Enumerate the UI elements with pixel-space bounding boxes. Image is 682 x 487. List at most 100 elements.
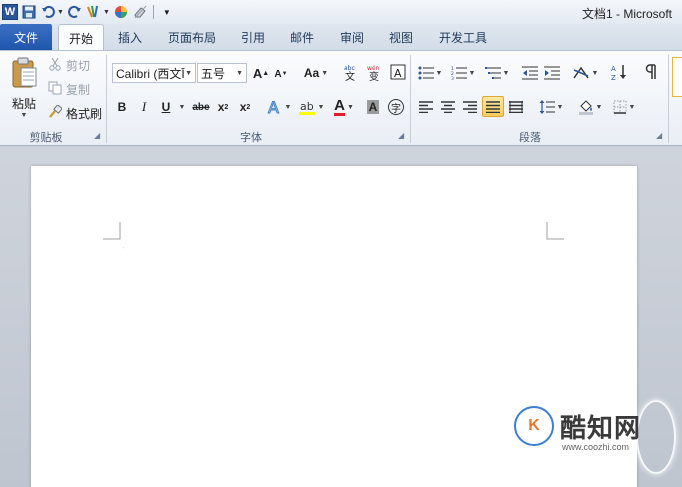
group-separator <box>106 55 107 143</box>
decrease-indent-button[interactable] <box>520 63 540 83</box>
numbering-button[interactable]: 123 ▼ <box>448 63 478 83</box>
italic-button[interactable]: I <box>136 97 152 117</box>
borders-button[interactable]: ▼ <box>610 97 638 117</box>
grow-font-button[interactable]: A ▲ <box>252 63 270 83</box>
superscript-button[interactable]: x2 <box>236 97 254 117</box>
svg-text:变: 变 <box>369 70 379 81</box>
increase-indent-button[interactable] <box>542 63 562 83</box>
font-color-letter: A <box>334 96 345 116</box>
highlight-color-button[interactable]: ab ▼ <box>296 97 326 117</box>
font-color-button[interactable]: A ▼ <box>330 97 358 117</box>
tab-insert[interactable]: 插入 <box>110 24 150 50</box>
underline-dropdown-icon[interactable]: ▼ <box>176 97 186 117</box>
dropdown-icon[interactable]: ▼ <box>103 9 110 16</box>
line-spacing-button[interactable]: ▼ <box>538 97 564 117</box>
font-size-dropdown-icon[interactable]: ▼ <box>236 70 243 77</box>
title-bar: W ▼ ▼ ▼ 文档1 - Microsoft <box>0 0 682 24</box>
tab-references[interactable]: 引用 <box>234 24 272 50</box>
save-icon[interactable] <box>21 4 37 20</box>
shrink-font-button[interactable]: A ▼ <box>273 65 289 83</box>
align-right-button[interactable] <box>460 97 480 117</box>
font-group-label: 字体 <box>240 132 262 144</box>
format-painter-icon[interactable] <box>86 4 102 20</box>
decrease-indent-icon <box>522 66 538 80</box>
font-name-combo[interactable]: Calibri (西文Ī ▼ <box>112 63 196 83</box>
chinese-layout-button[interactable]: ▼ <box>570 63 600 83</box>
phonetic-guide-button[interactable]: abc 文 <box>340 61 362 83</box>
enclose-characters-button[interactable]: 字 <box>386 97 406 117</box>
svg-text:abc: abc <box>344 65 355 72</box>
highlighter-icon: ab <box>298 100 315 115</box>
font-launcher-icon[interactable]: ◢ <box>398 131 404 140</box>
format-painter-button[interactable]: 格式刷 <box>48 104 102 122</box>
font-size-combo[interactable]: 五号 ▼ <box>197 63 247 83</box>
customize-qat-icon[interactable]: ▼ <box>159 4 175 20</box>
chinese-layout-icon <box>572 66 589 79</box>
document-title: 文档1 - Microsoft <box>582 7 673 21</box>
font-name-value: Calibri (西文Ī <box>116 66 185 81</box>
word-logo-icon[interactable]: W <box>2 4 18 20</box>
svg-text:A: A <box>268 98 279 116</box>
tab-page-layout[interactable]: 页面布局 <box>160 24 224 50</box>
eraser-icon[interactable] <box>132 4 148 20</box>
tab-review[interactable]: 审阅 <box>333 24 371 50</box>
tab-file[interactable]: 文件 <box>0 24 52 50</box>
sort-icon: AZ <box>611 65 626 81</box>
text-effects-button[interactable]: A ▼ <box>266 97 292 117</box>
styles-gallery[interactable] <box>672 57 682 97</box>
bold-button[interactable]: B <box>114 97 130 117</box>
tab-view[interactable]: 视图 <box>382 24 420 50</box>
superscript-mark: 2 <box>246 103 251 111</box>
tab-home[interactable]: 开始 <box>58 24 104 51</box>
subscript-button[interactable]: x2 <box>214 97 232 117</box>
subscript-label: x <box>217 100 225 114</box>
align-left-button[interactable] <box>416 97 436 117</box>
tab-mailings[interactable]: 邮件 <box>283 24 321 50</box>
quick-access-toolbar: W ▼ ▼ ▼ <box>2 2 175 22</box>
clear-formatting-button[interactable]: wén 变 <box>364 61 386 83</box>
margin-corner-top-right <box>546 222 564 240</box>
undo-dropdown-icon[interactable]: ▼ <box>57 9 64 16</box>
scissors-icon <box>48 57 62 74</box>
svg-text:3: 3 <box>451 76 454 80</box>
text-effects-icon: A <box>267 98 279 116</box>
font-size-value: 五号 <box>201 66 226 81</box>
multilevel-list-button[interactable]: ▼ <box>482 63 512 83</box>
sort-button[interactable]: AZ <box>608 61 630 83</box>
distributed-button[interactable] <box>506 97 526 117</box>
paste-dropdown-icon[interactable]: ▼ <box>21 112 28 119</box>
cut-button[interactable]: 剪切 <box>48 57 90 74</box>
qat-separator <box>152 5 154 19</box>
tab-developer[interactable]: 开发工具 <box>432 24 494 50</box>
clipboard-launcher-icon[interactable]: ◢ <box>94 131 100 140</box>
paste-button[interactable]: 粘贴 ▼ <box>6 57 42 125</box>
phonetic-guide-icon: abc文 <box>344 65 355 81</box>
show-formatting-marks-button[interactable] <box>640 61 662 83</box>
underline-button[interactable]: U <box>158 97 174 117</box>
undo-icon[interactable] <box>40 4 56 20</box>
align-center-button[interactable] <box>438 97 458 117</box>
font-name-dropdown-icon[interactable]: ▼ <box>185 70 192 77</box>
subscript-mark: 2 <box>224 103 229 111</box>
change-case-button[interactable]: Aa ▼ <box>302 63 330 83</box>
cut-label: 剪切 <box>66 59 91 73</box>
shading-button[interactable]: ▼ <box>576 97 604 117</box>
ribbon-tabs: 文件 开始 插入 页面布局 引用 邮件 审阅 视图 开发工具 <box>0 24 682 51</box>
paint-bucket-icon <box>578 100 593 115</box>
paragraph-launcher-icon[interactable]: ◢ <box>656 131 662 140</box>
svg-text:Z: Z <box>611 74 616 81</box>
strikethrough-button[interactable]: abe <box>190 97 212 117</box>
copy-button[interactable]: 复制 <box>48 81 90 98</box>
paragraph-mark: ˙ <box>123 248 125 254</box>
paragraph-group-label: 段落 <box>519 132 541 144</box>
redo-icon[interactable] <box>67 4 83 20</box>
bullets-button[interactable]: ▼ <box>416 63 444 83</box>
watermark-name: 酷知网 <box>560 414 642 444</box>
margin-corner-top-left <box>103 222 121 240</box>
character-border-button[interactable]: A <box>388 61 408 83</box>
borders-icon <box>613 100 627 114</box>
color-wheel-icon[interactable] <box>113 4 129 20</box>
justify-button[interactable] <box>482 96 504 117</box>
distributed-icon <box>509 101 523 113</box>
character-shading-button[interactable]: A <box>364 97 382 117</box>
